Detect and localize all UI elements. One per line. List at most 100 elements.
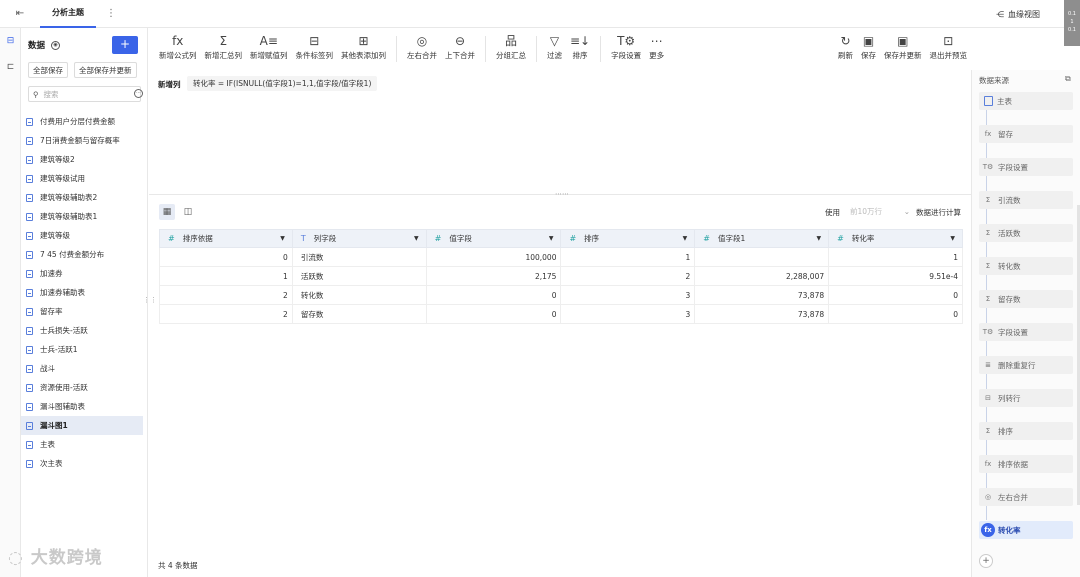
- table-cell[interactable]: 2,288,007: [694, 266, 830, 286]
- flow-step[interactable]: T⚙ 字段设置: [979, 323, 1073, 341]
- column-header[interactable]: T 列字段 ▼: [291, 229, 427, 248]
- table-cell[interactable]: 2: [159, 285, 293, 305]
- table-cell[interactable]: 2,175: [425, 266, 562, 286]
- table-cell[interactable]: [694, 247, 830, 267]
- sidebar-item[interactable]: 漏斗图1: [21, 416, 143, 435]
- tab-more-icon[interactable]: ⋮: [106, 8, 116, 19]
- sidebar-item[interactable]: 资源使用-活跃: [21, 378, 147, 397]
- caret-down-icon[interactable]: ▼: [280, 235, 285, 242]
- sidebar-item[interactable]: 漏斗图辅助表: [21, 397, 147, 416]
- flow-step[interactable]: 主表: [979, 92, 1073, 110]
- field-settings-button[interactable]: T⚙ 字段设置: [607, 28, 645, 61]
- formula-expression[interactable]: 转化率 = IF(ISNULL(值字段1)=1,1,值字段/值字段1): [187, 76, 378, 91]
- caret-down-icon[interactable]: ▼: [950, 235, 955, 242]
- filter-button[interactable]: ▽ 过滤: [543, 28, 566, 61]
- add-step-button[interactable]: +: [979, 554, 993, 568]
- add-formula-column-button[interactable]: fx 新增公式列: [155, 28, 201, 61]
- sidebar-item[interactable]: 建筑等级辅助表2: [21, 188, 147, 207]
- caret-down-icon[interactable]: ▼: [683, 235, 688, 242]
- flow-step[interactable]: T⚙ 字段设置: [979, 158, 1073, 176]
- sidebar-item[interactable]: 付费用户分层付费金额: [21, 112, 147, 131]
- table-cell[interactable]: 1: [159, 266, 293, 286]
- layout-view-icon[interactable]: ◫: [180, 204, 196, 220]
- column-header[interactable]: # 转化率 ▼: [828, 229, 963, 248]
- expand-icon[interactable]: ⧉: [1065, 74, 1071, 84]
- add-column-from-table-button[interactable]: ⊞ 其他表添加列: [337, 28, 390, 61]
- condition-label-column-button[interactable]: ⊟ 条件标签列: [292, 28, 338, 61]
- table-cell[interactable]: 1: [828, 247, 963, 267]
- caret-down-icon[interactable]: ▼: [549, 235, 554, 242]
- sidebar-item[interactable]: 主表: [21, 435, 147, 454]
- sidebar-item[interactable]: 士兵损失-活跃: [21, 321, 147, 340]
- group-summary-button[interactable]: 品分组汇总: [492, 28, 530, 61]
- pane-resize-handle[interactable]: ⋯⋯: [555, 190, 569, 198]
- flow-step[interactable]: Σ 引流数: [979, 191, 1073, 209]
- save-button[interactable]: ▣ 保存: [857, 28, 880, 61]
- sidebar-item[interactable]: 建筑等级2: [21, 150, 147, 169]
- add-data-button[interactable]: +: [112, 36, 138, 54]
- search-input[interactable]: ⚲ 搜索 ⋯: [28, 86, 143, 102]
- add-assign-column-button[interactable]: A≡ 新增赋值列: [246, 28, 292, 61]
- flow-step[interactable]: Σ 转化数: [979, 257, 1073, 275]
- left-right-merge-button[interactable]: ◎ 左右合并: [403, 28, 441, 61]
- more-button[interactable]: ⋯ 更多: [645, 28, 668, 61]
- sidebar-item[interactable]: 建筑等级试用: [21, 169, 147, 188]
- sidebar-item[interactable]: 加速券: [21, 264, 147, 283]
- data-nav-icon[interactable]: ⊟: [0, 28, 21, 54]
- table-cell[interactable]: 3: [560, 285, 696, 305]
- save-all-button[interactable]: 全部保存: [28, 62, 68, 78]
- flow-step[interactable]: fx 留存: [979, 125, 1073, 143]
- lineage-view-button[interactable]: ⋲ 血缘视图: [996, 0, 1040, 28]
- table-cell[interactable]: 0: [425, 304, 562, 324]
- table-cell[interactable]: 0: [828, 285, 963, 305]
- flow-step[interactable]: fx 转化率: [979, 521, 1073, 539]
- table-cell[interactable]: 0: [425, 285, 562, 305]
- sidebar-item[interactable]: 7日消费金额与留存概率: [21, 131, 147, 150]
- sidebar-item[interactable]: 次主表: [21, 454, 147, 473]
- table-cell[interactable]: 引流数: [291, 247, 427, 267]
- view-icon[interactable]: ◉: [51, 40, 61, 50]
- up-down-merge-button[interactable]: ⊖ 上下合并: [441, 28, 479, 61]
- sidebar-item[interactable]: 士兵-活跃1: [21, 340, 147, 359]
- table-cell[interactable]: 1: [560, 247, 696, 267]
- tab-analysis-topic[interactable]: 分析主题: [40, 0, 96, 28]
- add-summary-column-button[interactable]: Σ 新增汇总列: [201, 28, 247, 61]
- caret-down-icon[interactable]: ▼: [414, 235, 419, 242]
- save-all-update-button[interactable]: 全部保存并更新: [74, 62, 137, 78]
- row-limit-select[interactable]: 前10万行 ⌄: [846, 204, 910, 220]
- flow-step[interactable]: Σ 排序: [979, 422, 1073, 440]
- caret-down-icon[interactable]: ▼: [817, 235, 822, 242]
- exit-preview-button[interactable]: ⊡ 退出并预览: [926, 28, 972, 61]
- table-cell[interactable]: 73,878: [694, 285, 830, 305]
- flow-step[interactable]: fx 排序依据: [979, 455, 1073, 473]
- sidebar-item[interactable]: 建筑等级辅助表1: [21, 207, 147, 226]
- flow-step[interactable]: Σ 留存数: [979, 290, 1073, 308]
- column-header[interactable]: # 排序依据 ▼: [159, 229, 293, 248]
- table-cell[interactable]: 0: [159, 247, 293, 267]
- flow-step[interactable]: ◎ 左右合并: [979, 488, 1073, 506]
- table-cell[interactable]: 转化数: [291, 285, 427, 305]
- table-cell[interactable]: 100,000: [425, 247, 562, 267]
- flow-step[interactable]: ⊟ 列转行: [979, 389, 1073, 407]
- sidebar-item[interactable]: 建筑等级: [21, 226, 147, 245]
- table-cell[interactable]: 活跃数: [291, 266, 427, 286]
- flow-step[interactable]: Σ 活跃数: [979, 224, 1073, 242]
- sidebar-item[interactable]: 留存率: [21, 302, 147, 321]
- table-cell[interactable]: 9.51e-4: [828, 266, 963, 286]
- refresh-button[interactable]: ↻ 刷新: [834, 28, 857, 61]
- table-cell[interactable]: 0: [828, 304, 963, 324]
- sort-button[interactable]: ≡↓ 排序: [566, 28, 594, 61]
- column-header[interactable]: # 排序 ▼: [560, 229, 696, 248]
- table-cell[interactable]: 2: [560, 266, 696, 286]
- sidebar-item[interactable]: 7 45 付费金额分布: [21, 245, 147, 264]
- column-header[interactable]: # 值字段1 ▼: [694, 229, 830, 248]
- options-icon[interactable]: ⋯: [134, 89, 143, 98]
- table-cell[interactable]: 2: [159, 304, 293, 324]
- grid-view-icon[interactable]: ▦: [159, 204, 175, 220]
- sidebar-item[interactable]: 战斗: [21, 359, 147, 378]
- save-update-button[interactable]: ▣ 保存并更新: [880, 28, 926, 61]
- sidebar-resize-handle[interactable]: ⋮⋮: [143, 296, 157, 304]
- flow-step[interactable]: ≣ 删除重复行: [979, 356, 1073, 374]
- table-cell[interactable]: 3: [560, 304, 696, 324]
- sidebar-item[interactable]: 加速券辅助表: [21, 283, 147, 302]
